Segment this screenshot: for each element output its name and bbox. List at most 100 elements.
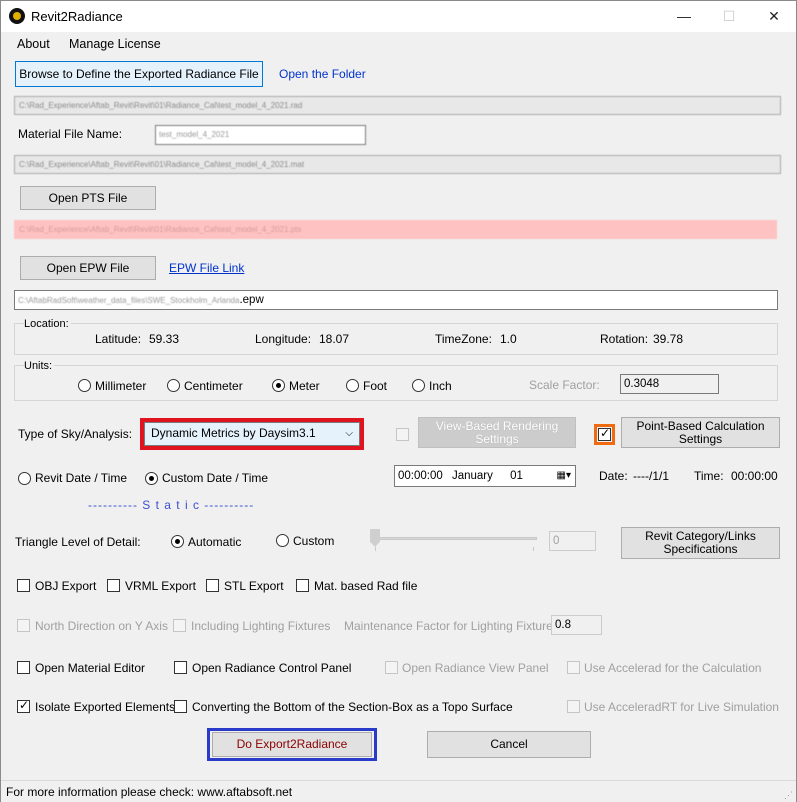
- unit-centimeter-radio[interactable]: [167, 379, 180, 392]
- picker-day: 01: [510, 470, 523, 482]
- menu-about[interactable]: About: [17, 37, 50, 51]
- point-based-settings-button[interactable]: Point-Based Calculation Settings: [621, 417, 780, 448]
- app-window: Revit2Radiance — ☐ ✕ About Manage Licens…: [0, 0, 797, 802]
- open-pts-file-button[interactable]: Open PTS File: [20, 186, 156, 210]
- stl-export-label: STL Export: [224, 579, 284, 593]
- maintenance-factor-label: Maintenance Factor for Lighting Fixtures…: [344, 619, 563, 633]
- unit-inch-radio[interactable]: [412, 379, 425, 392]
- vrml-export-label: VRML Export: [125, 579, 196, 593]
- material-path-field: C:\Rad_Experience\Aftab_Revit\Revit\01\R…: [14, 155, 781, 174]
- static-section-label: ---------- S t a t i c ----------: [88, 498, 255, 512]
- latitude-label: Latitude:: [95, 332, 142, 346]
- obj-export-checkbox[interactable]: [17, 579, 30, 592]
- unit-millimeter-radio[interactable]: [78, 379, 91, 392]
- slider-tick: [375, 547, 376, 551]
- date-label: Date:: [599, 469, 628, 483]
- open-view-panel-label: Open Radiance View Panel: [402, 661, 549, 675]
- north-direction-label: North Direction on Y Axis: [35, 619, 168, 633]
- material-file-input[interactable]: test_model_4_2021: [155, 125, 366, 145]
- picker-time: 00:00:00: [398, 470, 443, 482]
- use-accelerad-checkbox: [567, 661, 580, 674]
- menu-manage-license[interactable]: Manage License: [69, 37, 161, 51]
- sky-analysis-label: Type of Sky/Analysis:: [18, 427, 133, 441]
- revit-date-time-radio[interactable]: [18, 472, 31, 485]
- rad-path-field: C:\Rad_Experience\Aftab_Revit\Revit\01\R…: [14, 96, 781, 115]
- north-direction-checkbox: [17, 619, 30, 632]
- topo-surface-label: Converting the Bottom of the Section-Box…: [192, 700, 513, 714]
- obj-export-label: OBJ Export: [35, 579, 97, 593]
- detail-custom-input: 0: [549, 531, 596, 551]
- status-text: For more information please check: www.a…: [6, 785, 293, 799]
- location-title: Location:: [24, 318, 71, 330]
- maximize-button[interactable]: ☐: [706, 1, 752, 32]
- open-folder-link[interactable]: Open the Folder: [279, 67, 366, 81]
- window-title: Revit2Radiance: [31, 9, 123, 24]
- minimize-button[interactable]: —: [661, 1, 707, 32]
- picker-month: January: [451, 470, 493, 482]
- unit-centimeter-label: Centimeter: [184, 379, 243, 393]
- triangle-detail-label: Triangle Level of Detail:: [15, 535, 141, 549]
- do-export-button[interactable]: Do Export2Radiance: [212, 732, 372, 757]
- epw-path-input[interactable]: C:\AftabRadSoft\weather_data_files\SWE_S…: [14, 290, 778, 310]
- calendar-icon[interactable]: ▦▾: [557, 466, 571, 486]
- unit-foot-radio[interactable]: [346, 379, 359, 392]
- custom-date-time-label: Custom Date / Time: [162, 471, 269, 485]
- view-based-checkbox: [396, 428, 409, 441]
- rotation-value: 39.78: [653, 332, 684, 346]
- detail-custom-radio[interactable]: [276, 534, 289, 547]
- cancel-button[interactable]: Cancel: [427, 731, 591, 758]
- open-view-panel-checkbox: [385, 661, 398, 674]
- slider-tick: [533, 547, 534, 551]
- epw-path-ext: .epw: [239, 294, 264, 306]
- view-based-settings-button: View-Based Rendering Settings: [418, 417, 576, 448]
- timezone-label: TimeZone:: [435, 332, 492, 346]
- open-epw-file-button[interactable]: Open EPW File: [20, 256, 156, 280]
- revit-category-button[interactable]: Revit Category/Links Specifications: [621, 527, 780, 559]
- mat-based-label: Mat. based Rad file: [314, 579, 418, 593]
- longitude-value: 18.07: [319, 332, 350, 346]
- epw-file-link[interactable]: EPW File Link: [169, 261, 244, 275]
- stl-export-checkbox[interactable]: [206, 579, 219, 592]
- custom-date-time-radio[interactable]: [145, 472, 158, 485]
- topo-surface-checkbox[interactable]: [174, 700, 187, 713]
- sky-analysis-dropdown[interactable]: Dynamic Metrics by Daysim3.1 ⌵: [144, 422, 360, 446]
- open-material-editor-checkbox[interactable]: [17, 661, 30, 674]
- close-button[interactable]: ✕: [751, 1, 797, 32]
- detail-automatic-radio[interactable]: [171, 535, 184, 548]
- time-value: 00:00:00: [731, 469, 778, 483]
- revit-date-time-label: Revit Date / Time: [35, 471, 128, 485]
- timezone-value: 1.0: [500, 332, 517, 346]
- unit-meter-radio[interactable]: [272, 379, 285, 392]
- vrml-export-checkbox[interactable]: [107, 579, 120, 592]
- open-control-panel-label: Open Radiance Control Panel: [192, 661, 352, 675]
- latitude-value: 59.33: [149, 332, 180, 346]
- use-accelerad-label: Use Accelerad for the Calculation: [584, 661, 762, 675]
- longitude-label: Longitude:: [255, 332, 312, 346]
- unit-millimeter-label: Millimeter: [95, 379, 147, 393]
- mat-based-checkbox[interactable]: [296, 579, 309, 592]
- status-bar: For more information please check: www.a…: [1, 780, 796, 802]
- isolate-elements-checkbox[interactable]: [17, 698, 30, 713]
- sky-selected-value: Dynamic Metrics by Daysim3.1: [151, 426, 316, 440]
- resize-grip-icon[interactable]: ⋰: [784, 791, 793, 800]
- date-value: ----/1/1: [633, 469, 669, 483]
- epw-path-prefix: C:\AftabRadSoft\weather_data_files\SWE_S…: [18, 296, 240, 305]
- lighting-fixtures-checkbox: [173, 619, 186, 632]
- unit-foot-label: Foot: [363, 379, 388, 393]
- unit-meter-label: Meter: [289, 379, 320, 393]
- open-control-panel-checkbox[interactable]: [174, 661, 187, 674]
- material-file-label: Material File Name:: [18, 127, 123, 141]
- open-material-editor-label: Open Material Editor: [35, 661, 146, 675]
- date-time-picker[interactable]: 00:00:00 January 01 ▦▾: [394, 465, 576, 487]
- maintenance-factor-input: 0.8: [551, 615, 602, 635]
- menu-bar: About Manage License: [1, 32, 796, 56]
- browse-rad-file-button[interactable]: Browse to Define the Exported Radiance F…: [15, 61, 263, 87]
- detail-slider-track: [372, 537, 537, 540]
- scale-factor-label: Scale Factor:: [529, 378, 600, 392]
- use-accelerad-rt-checkbox: [567, 700, 580, 713]
- chevron-down-icon: ⌵: [345, 428, 353, 439]
- point-based-checkbox[interactable]: [598, 426, 611, 441]
- pts-path-field: C:\Rad_Experience\Aftab_Revit\Revit\01\R…: [14, 220, 777, 239]
- lighting-fixtures-label: Including Lighting Fixtures: [191, 619, 331, 633]
- unit-inch-label: Inch: [429, 379, 452, 393]
